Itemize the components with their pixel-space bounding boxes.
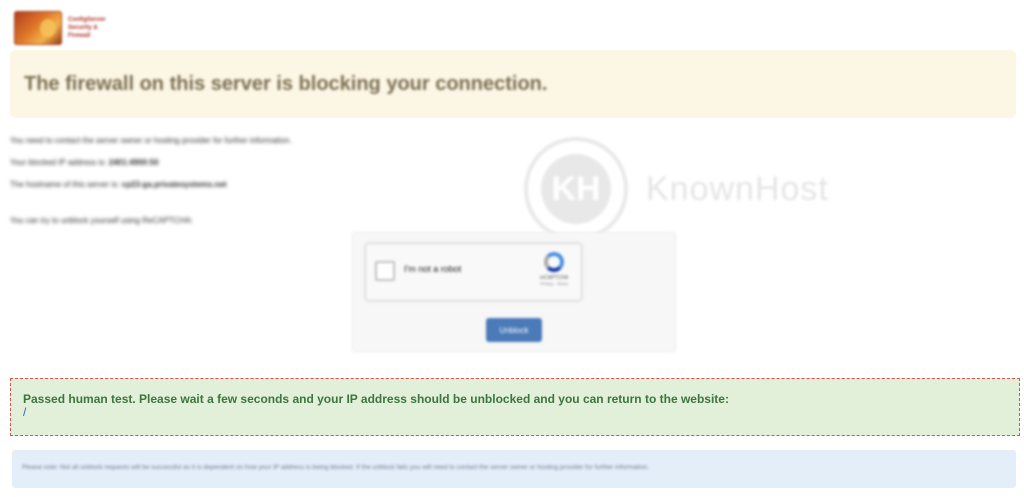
recaptcha-logo: reCAPTCHA Privacy - Terms bbox=[537, 252, 571, 286]
firewall-banner: The firewall on this server is blocking … bbox=[10, 50, 1016, 118]
knownhost-watermark: KH KnownHost bbox=[524, 137, 829, 241]
knownhost-logo-icon: KH bbox=[524, 137, 628, 241]
logo-line: ConfigServer bbox=[68, 17, 106, 23]
recaptcha-terms[interactable]: Privacy - Terms bbox=[537, 281, 571, 286]
unblock-button[interactable]: Unblock bbox=[486, 318, 542, 342]
page-title: The firewall on this server is blocking … bbox=[24, 72, 548, 95]
recaptcha-label: I'm not a robot bbox=[404, 264, 462, 274]
block-info: You need to contact the server owner or … bbox=[10, 134, 292, 236]
logo-line: Security & bbox=[68, 25, 98, 31]
recaptcha-card: I'm not a robot reCAPTCHA Privacy - Term… bbox=[352, 232, 676, 352]
watermark-text: KnownHost bbox=[646, 169, 829, 208]
success-alert: Passed human test. Please wait a few sec… bbox=[10, 378, 1020, 436]
recaptcha-icon bbox=[544, 252, 564, 272]
watermark-letters: KH bbox=[541, 154, 611, 224]
blocked-ip-line: Your blocked IP address is: 2401:4900:50 bbox=[10, 156, 292, 178]
success-message: Passed human test. Please wait a few sec… bbox=[23, 392, 729, 406]
host-value: cp23-ga.privatesystems.net bbox=[121, 180, 227, 189]
hostname-line: The hostname of this server is: cp23-ga.… bbox=[10, 178, 292, 200]
logo-line: Firewall bbox=[68, 33, 91, 39]
ip-value: 2401:4900:50 bbox=[108, 158, 159, 167]
csf-logo: ConfigServer Security & Firewall bbox=[14, 10, 124, 46]
csf-logo-icon bbox=[14, 11, 62, 45]
host-label: The hostname of this server is: bbox=[10, 180, 120, 189]
unblock-hint: You can try to unblock yourself using Re… bbox=[10, 216, 193, 225]
recaptcha-widget: I'm not a robot reCAPTCHA Privacy - Term… bbox=[365, 243, 582, 301]
contact-text: You need to contact the server owner or … bbox=[10, 136, 292, 145]
note-alert: Please note: Not all unblock requests wi… bbox=[12, 450, 1016, 488]
csf-logo-text: ConfigServer Security & Firewall bbox=[68, 16, 106, 40]
ip-label: Your blocked IP address is: bbox=[10, 158, 107, 167]
note-text: Please note: Not all unblock requests wi… bbox=[22, 464, 650, 471]
return-link[interactable]: / bbox=[23, 405, 26, 419]
recaptcha-checkbox[interactable] bbox=[375, 261, 395, 281]
